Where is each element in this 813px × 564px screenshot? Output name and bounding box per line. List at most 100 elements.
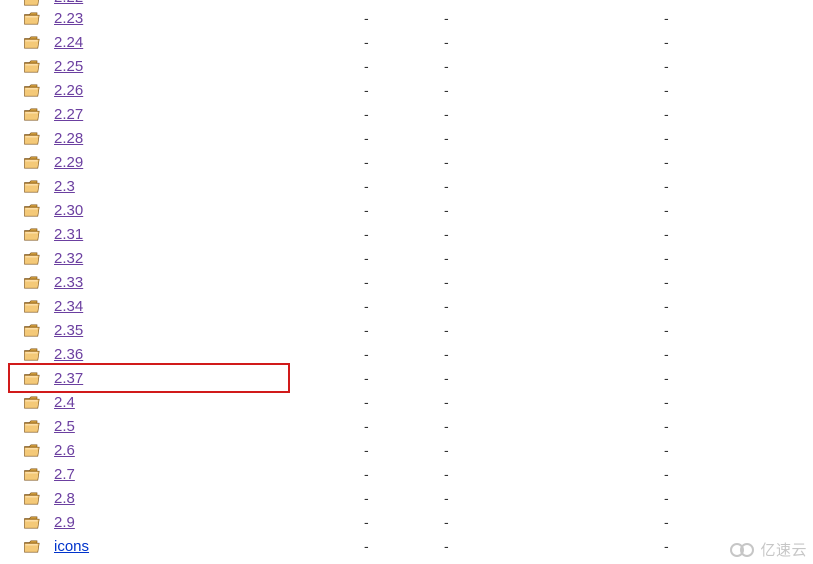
name-cell: 2.8 bbox=[46, 490, 364, 507]
size-cell: - bbox=[444, 130, 664, 146]
folder-icon bbox=[24, 252, 46, 265]
folder-link[interactable]: 2.30 bbox=[54, 202, 83, 219]
description-cell: - bbox=[664, 394, 744, 410]
folder-icon bbox=[24, 300, 46, 313]
last-modified-cell: - bbox=[364, 202, 444, 218]
description-cell: - bbox=[664, 202, 744, 218]
folder-icon bbox=[24, 324, 46, 337]
last-modified-cell: - bbox=[364, 538, 444, 554]
folder-link[interactable]: 2.29 bbox=[54, 154, 83, 171]
folder-icon bbox=[24, 372, 46, 385]
description-cell: - bbox=[664, 178, 744, 194]
folder-link[interactable]: 2.9 bbox=[54, 514, 75, 531]
size-cell: - bbox=[444, 442, 664, 458]
size-cell: - bbox=[444, 274, 664, 290]
name-cell: 2.9 bbox=[46, 514, 364, 531]
size-cell: - bbox=[444, 538, 664, 554]
folder-link[interactable]: 2.28 bbox=[54, 130, 83, 147]
folder-link[interactable]: 2.32 bbox=[54, 250, 83, 267]
folder-link[interactable]: 2.36 bbox=[54, 346, 83, 363]
description-cell: - bbox=[664, 418, 744, 434]
size-cell: - bbox=[444, 154, 664, 170]
folder-icon bbox=[24, 468, 46, 481]
folder-icon bbox=[24, 84, 46, 97]
table-row: icons--- bbox=[0, 534, 813, 558]
size-cell: - bbox=[444, 322, 664, 338]
table-row: 2.26--- bbox=[0, 78, 813, 102]
description-cell: - bbox=[664, 58, 744, 74]
name-cell: 2.33 bbox=[46, 274, 364, 291]
description-cell: - bbox=[664, 538, 744, 554]
folder-icon bbox=[24, 348, 46, 361]
description-cell: - bbox=[664, 442, 744, 458]
name-cell: 2.24 bbox=[46, 34, 364, 51]
folder-link[interactable]: 2.31 bbox=[54, 226, 83, 243]
folder-icon bbox=[24, 444, 46, 457]
size-cell: - bbox=[444, 10, 664, 26]
name-cell: 2.37 bbox=[46, 370, 364, 387]
folder-icon bbox=[24, 204, 46, 217]
size-cell: - bbox=[444, 250, 664, 266]
folder-link[interactable]: 2.35 bbox=[54, 322, 83, 339]
size-cell: - bbox=[444, 490, 664, 506]
size-cell: - bbox=[444, 82, 664, 98]
table-row: 2.32--- bbox=[0, 246, 813, 270]
last-modified-cell: - bbox=[364, 10, 444, 26]
folder-link[interactable]: 2.37 bbox=[54, 370, 83, 387]
last-modified-cell: - bbox=[364, 442, 444, 458]
name-cell: 2.30 bbox=[46, 202, 364, 219]
folder-link[interactable]: 2.34 bbox=[54, 298, 83, 315]
table-row: 2.8--- bbox=[0, 486, 813, 510]
table-row: 2.34--- bbox=[0, 294, 813, 318]
folder-link[interactable]: 2.7 bbox=[54, 466, 75, 483]
folder-link[interactable]: 2.23 bbox=[54, 10, 83, 27]
folder-icon bbox=[24, 108, 46, 121]
name-cell: 2.36 bbox=[46, 346, 364, 363]
folder-link[interactable]: 2.4 bbox=[54, 394, 75, 411]
size-cell: - bbox=[444, 298, 664, 314]
name-cell: 2.23 bbox=[46, 10, 364, 27]
size-cell: - bbox=[444, 202, 664, 218]
folder-link[interactable]: 2.33 bbox=[54, 274, 83, 291]
description-cell: - bbox=[664, 10, 744, 26]
name-cell: icons bbox=[46, 538, 364, 555]
folder-icon bbox=[24, 36, 46, 49]
folder-link[interactable]: 2.5 bbox=[54, 418, 75, 435]
folder-link[interactable]: 2.3 bbox=[54, 178, 75, 195]
folder-link[interactable]: 2.27 bbox=[54, 106, 83, 123]
last-modified-cell: - bbox=[364, 274, 444, 290]
last-modified-cell: - bbox=[364, 58, 444, 74]
size-cell: - bbox=[444, 226, 664, 242]
folder-link[interactable]: 2.24 bbox=[54, 34, 83, 51]
table-row: 2.4--- bbox=[0, 390, 813, 414]
table-row: 2.28--- bbox=[0, 126, 813, 150]
folder-icon bbox=[24, 396, 46, 409]
table-row: 2.27--- bbox=[0, 102, 813, 126]
folder-icon bbox=[24, 516, 46, 529]
description-cell: - bbox=[664, 514, 744, 530]
size-cell: - bbox=[444, 58, 664, 74]
table-row: 2.3--- bbox=[0, 174, 813, 198]
table-row: 2.37--- bbox=[0, 366, 813, 390]
table-row: 2.24--- bbox=[0, 30, 813, 54]
size-cell: - bbox=[444, 106, 664, 122]
folder-link[interactable]: 2.25 bbox=[54, 58, 83, 75]
table-row: 2.35--- bbox=[0, 318, 813, 342]
last-modified-cell: - bbox=[364, 418, 444, 434]
table-row: 2.29--- bbox=[0, 150, 813, 174]
folder-icon bbox=[24, 492, 46, 505]
description-cell: - bbox=[664, 298, 744, 314]
directory-listing: 2.22---2.23---2.24---2.25---2.26---2.27-… bbox=[0, 0, 813, 558]
folder-link[interactable]: icons bbox=[54, 538, 89, 555]
size-cell: - bbox=[444, 370, 664, 386]
folder-link[interactable]: 2.8 bbox=[54, 490, 75, 507]
name-cell: 2.5 bbox=[46, 418, 364, 435]
folder-icon bbox=[24, 540, 46, 553]
size-cell: - bbox=[444, 346, 664, 362]
size-cell: - bbox=[444, 178, 664, 194]
folder-link[interactable]: 2.6 bbox=[54, 442, 75, 459]
folder-link[interactable]: 2.26 bbox=[54, 82, 83, 99]
size-cell: - bbox=[444, 418, 664, 434]
description-cell: - bbox=[664, 322, 744, 338]
last-modified-cell: - bbox=[364, 370, 444, 386]
